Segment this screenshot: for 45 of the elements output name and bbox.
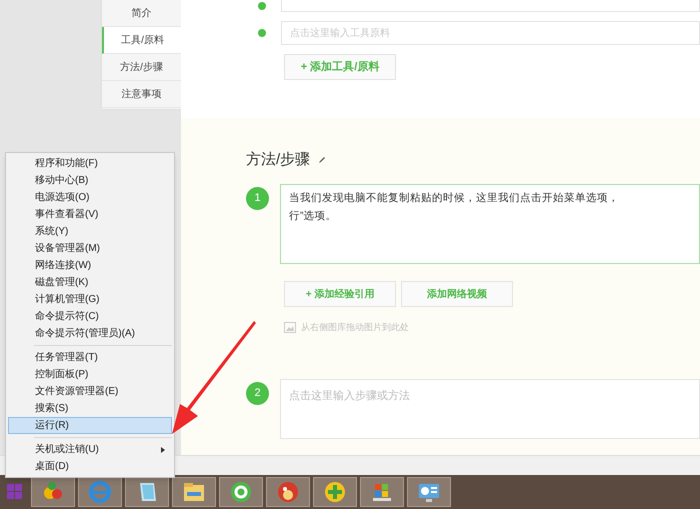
section-title: 方法/步骤: [246, 150, 310, 170]
menu-item[interactable]: 命令提示符(管理员)(A): [8, 325, 172, 342]
step-number-badge: 2: [246, 382, 269, 404]
taskbar-button[interactable]: [78, 477, 122, 507]
bird-icon: [275, 479, 301, 505]
browser-icon: [87, 479, 113, 505]
menu-item[interactable]: 搜索(S): [8, 400, 172, 417]
sidebar-tab[interactable]: 工具/原料: [102, 27, 181, 54]
menu-item[interactable]: 命令提示符(C): [8, 308, 172, 325]
tool-input-field[interactable]: [281, 0, 700, 12]
menu-item[interactable]: 电源选项(O): [8, 189, 172, 206]
taskbar-button[interactable]: [31, 477, 75, 507]
menu-item[interactable]: 运行(R): [8, 417, 172, 434]
menu-item[interactable]: 磁盘管理(K): [8, 274, 172, 291]
menu-item[interactable]: 网络连接(W): [8, 257, 172, 274]
taskbar-button[interactable]: [407, 477, 451, 507]
menu-item[interactable]: 计算机管理(G): [8, 291, 172, 308]
taskbar-button[interactable]: [219, 477, 263, 507]
taskbar-button[interactable]: [125, 477, 169, 507]
step-text-line: 行”选项。: [289, 209, 336, 224]
browser-icon: [228, 479, 254, 505]
step-text-field[interactable]: 点击这里输入步骤或方法: [280, 378, 700, 438]
taskbar-button[interactable]: [172, 477, 216, 507]
image-icon: [284, 322, 296, 334]
menu-item[interactable]: 移动中心(B): [8, 172, 172, 189]
pencil-icon[interactable]: [318, 156, 326, 164]
menu-item[interactable]: 文件资源管理器(E): [8, 383, 172, 400]
menu-item[interactable]: 桌面(D): [8, 458, 172, 475]
windows-logo-icon: [7, 484, 23, 500]
menu-item[interactable]: 程序和功能(F): [8, 155, 172, 172]
taskbar-button[interactable]: [313, 477, 357, 507]
menu-item[interactable]: 关机或注销(U): [8, 441, 172, 458]
menu-item[interactable]: 设备管理器(M): [8, 240, 172, 257]
step-text-field[interactable]: 当我们发现电脑不能复制粘贴的时候，这里我们点击开始菜单选项， 行”选项。: [280, 184, 700, 264]
menu-item[interactable]: 任务管理器(T): [8, 349, 172, 366]
step-text-line: 当我们发现电脑不能复制粘贴的时候，这里我们点击开始菜单选项，: [289, 191, 619, 206]
menu-item[interactable]: 控制面板(P): [8, 366, 172, 383]
taskbar-button[interactable]: [360, 477, 404, 507]
plus-icon: [322, 479, 348, 505]
menu-item[interactable]: 系统(Y): [8, 223, 172, 240]
step-number-badge: 1: [246, 187, 269, 210]
image-hint-text: 从右侧图库拖动图片到此处: [301, 321, 409, 334]
menu-item[interactable]: 事件查看器(V): [8, 206, 172, 223]
taskbar-button[interactable]: [266, 477, 310, 507]
submenu-arrow-icon: [161, 446, 165, 452]
